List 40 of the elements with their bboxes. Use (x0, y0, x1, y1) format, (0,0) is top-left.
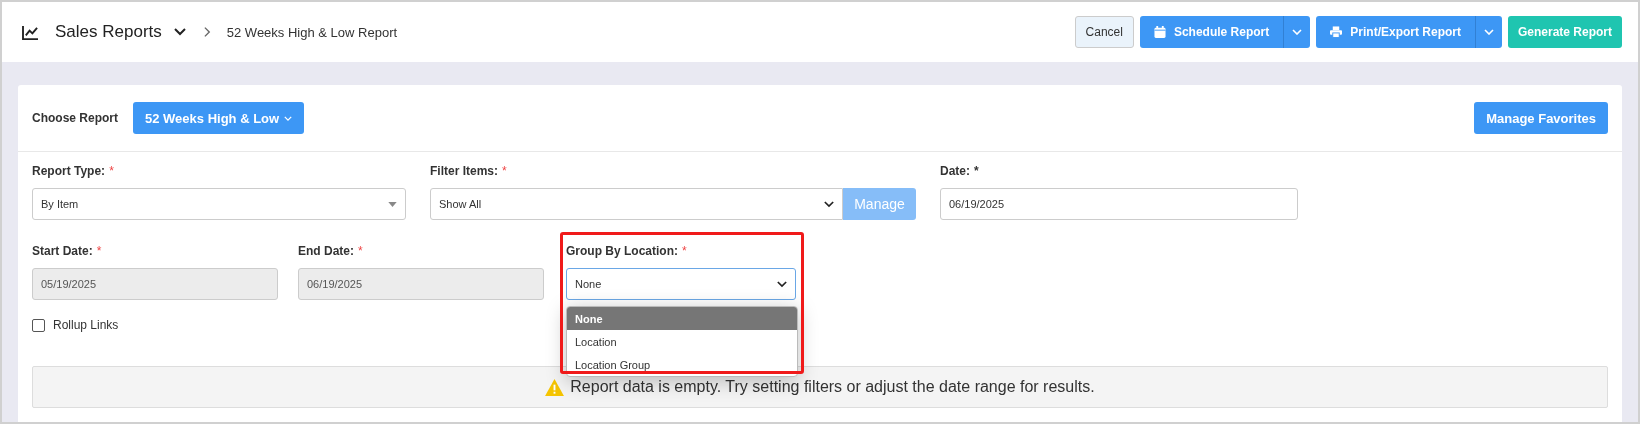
required-mark: * (96, 244, 102, 258)
chevron-down-icon (777, 280, 787, 288)
caret-icon (1292, 29, 1303, 35)
date-field[interactable]: 06/19/2025 (940, 188, 1298, 220)
chevron-down-icon[interactable] (173, 28, 186, 36)
section-title[interactable]: Sales Reports (55, 22, 162, 42)
field-label: Report Type: * (32, 164, 115, 178)
dropdown-option[interactable]: None (567, 307, 797, 330)
filter-items-select[interactable]: Show All (430, 188, 843, 220)
field-label: Filter Items: * (430, 164, 508, 178)
triangle-down-icon (388, 201, 397, 207)
line-chart-icon (22, 24, 39, 40)
required-mark: * (682, 244, 687, 258)
field-label: End Date: * (298, 244, 364, 258)
breadcrumb: 52 Weeks High & Low Report (226, 24, 398, 40)
checkbox-label: Rollup Links (53, 318, 119, 332)
field-label: Date: * (940, 164, 980, 178)
report-type-select[interactable]: By Item (32, 188, 406, 220)
dropdown-option[interactable]: Location Group (567, 353, 797, 376)
required-mark: * (109, 164, 114, 178)
dropdown-toggle[interactable] (1474, 16, 1502, 48)
field-label: Start Date: * (32, 244, 103, 258)
calendar-icon (1153, 26, 1166, 38)
required-mark: * (974, 164, 979, 178)
caret-icon (284, 115, 293, 121)
chevron-right-icon (203, 26, 211, 38)
printer-icon (1330, 26, 1343, 38)
required-mark: * (358, 244, 363, 258)
required-mark: * (502, 164, 507, 178)
group-by-location-select[interactable]: None (566, 268, 796, 300)
checkbox[interactable] (32, 318, 45, 332)
field-label: Group By Location: * (566, 244, 688, 258)
choose-report-label: Choose Report (32, 111, 118, 125)
chevron-down-icon (824, 200, 834, 208)
dropdown-option[interactable]: Location (567, 330, 797, 353)
cancel-button[interactable]: Cancel (1074, 16, 1134, 48)
dropdown-toggle[interactable] (1283, 16, 1311, 48)
caret-icon (1483, 29, 1494, 35)
alert-message: Report data is empty. Try setting filters or adjust the date range for results. (570, 378, 1095, 396)
warning-icon (545, 378, 565, 396)
